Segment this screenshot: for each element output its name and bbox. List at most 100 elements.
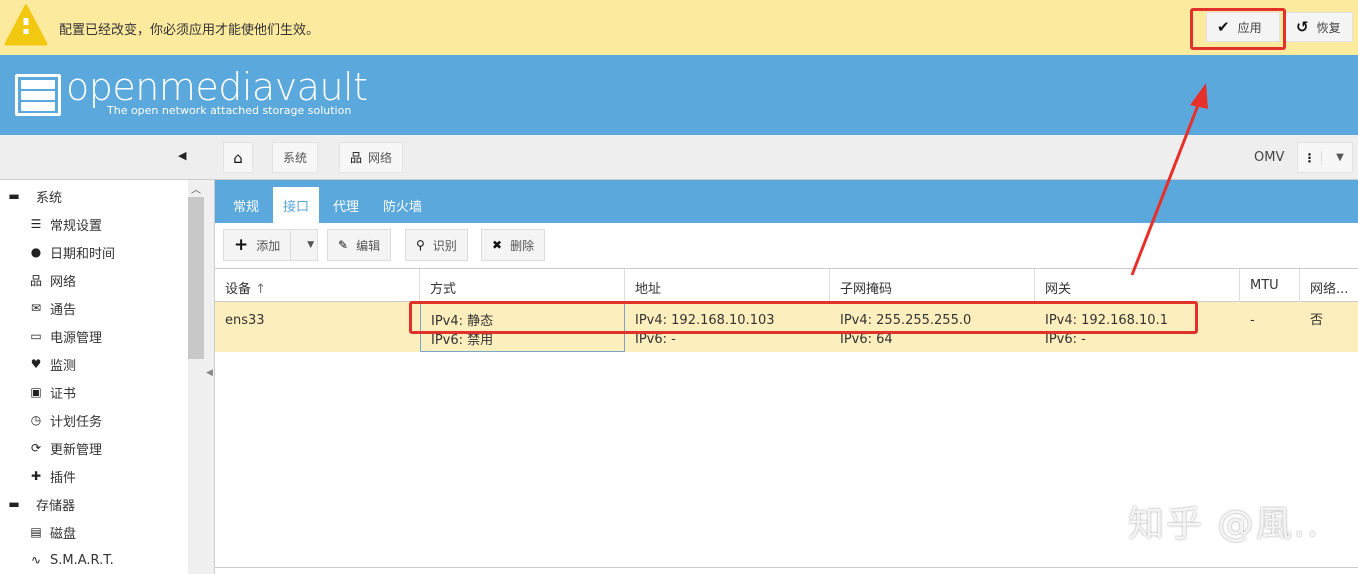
sidebar-item[interactable]: ● 日期和时间 (28, 242, 115, 262)
sidebar-nav: ▬ 系统 ☰ 常规设置 ● 日期和时间品网络 ✉ 通告 ▭ 电源管理 ♥ 监测 ▣ 证书 ◷ 计划任务 ⟳ 更新管… (0, 180, 188, 574)
identify-button[interactable]: ⚲ 识别 (405, 229, 468, 261)
revert-button[interactable]: ↺ 恢复 (1285, 12, 1353, 42)
logo-title: openmediavault (66, 65, 368, 109)
plus-icon: + (234, 235, 249, 255)
sidebar-item-label: 更新管理 (50, 442, 103, 458)
calendar-clock-icon: ◷ (30, 413, 42, 427)
column-device[interactable]: 设备 ↑ (215, 269, 420, 302)
close-icon: ✖ (492, 238, 503, 252)
revert-label: 恢复 (1316, 20, 1341, 35)
watermark: 知乎 @風.. (1128, 504, 1321, 545)
pencil-icon: ✎ (338, 238, 349, 252)
sitemap-icon: 品 (29, 273, 42, 288)
sidebar-item[interactable]: ♥ 监测 (28, 354, 76, 374)
search-icon: ⚲ (416, 238, 425, 252)
sidebar-item[interactable]: ✚ 插件 (28, 466, 76, 486)
annotation-box-apply (1190, 8, 1286, 50)
minus-square-icon: ▬ (8, 497, 20, 511)
breadcrumb-label: 网络 (368, 151, 393, 165)
identify-label: 识别 (432, 238, 457, 253)
sidebar-item[interactable]: ☰ 常规设置 (28, 214, 102, 234)
sidebar-item[interactable]: ▣ 证书 (28, 382, 76, 402)
sidebar-item-label: 通告 (50, 302, 77, 318)
sidebar-item-label: 插件 (50, 470, 77, 486)
battery-icon: ▭ (30, 329, 42, 343)
refresh-icon: ⟳ (30, 441, 42, 455)
column-method[interactable]: 方式 (420, 269, 625, 302)
scrollbar-thumb[interactable] (188, 197, 204, 359)
config-changed-banner: 配置已经改变，你必须应用才能使他们生效。 ✔ 应用 ↺ 恢复 (0, 0, 1358, 55)
puzzle-icon: ✚ (30, 469, 42, 483)
collapse-arrow-icon[interactable]: ◀ (206, 368, 213, 378)
sidebar-item-label: 存储器 (36, 498, 76, 514)
sidebar-item-label: 日期和时间 (50, 246, 116, 262)
column-mtu[interactable]: MTU (1240, 269, 1300, 302)
logo-icon (15, 74, 61, 116)
undo-icon: ↺ (1296, 18, 1309, 36)
breadcrumb-label: 系统 (283, 151, 308, 165)
breadcrumb-system[interactable]: 系统 (272, 142, 319, 173)
home-icon: ⌂ (233, 148, 243, 167)
tab-interfaces[interactable]: 接口 (273, 187, 320, 223)
hostname: OMV (1254, 150, 1285, 165)
user-menu-button[interactable]: ⋮ ▼ (1297, 142, 1353, 173)
delete-button[interactable]: ✖ 删除 (481, 229, 546, 261)
sidebar-item[interactable]: ✉ 通告 (28, 298, 76, 318)
more-vertical-icon: ⋮ (1298, 150, 1323, 165)
sidebar-item[interactable]: ⟳ 更新管理 (28, 438, 102, 458)
cell-device: ens33 (225, 313, 265, 328)
sidebar-item[interactable]: ▬ 系统 (6, 186, 62, 206)
sidebar-item-label: 计划任务 (50, 414, 103, 430)
tab-firewall[interactable]: 防火墙 (373, 187, 432, 223)
breadcrumb-network[interactable]: 品网络 (339, 142, 404, 173)
grid-bottom-border (215, 567, 1358, 568)
hdd-icon: ▤ (30, 525, 42, 539)
sidebar-item[interactable]: ◷ 计划任务 (28, 410, 102, 430)
chevron-down-icon[interactable]: ▼ (299, 240, 314, 250)
sidebar-item[interactable]: ▭ 电源管理 (28, 326, 102, 346)
warning-icon (4, 4, 48, 46)
sidebar-item[interactable]: ▬ 存储器 (6, 494, 75, 514)
annotation-box-row (409, 301, 1198, 334)
add-label: 添加 (256, 238, 281, 253)
sidebar-item[interactable]: ▤ 磁盘 (28, 522, 76, 542)
sitemap-icon: 品 (350, 151, 363, 165)
edit-button[interactable]: ✎ 编辑 (327, 229, 392, 261)
sliders-icon: ☰ (30, 217, 42, 231)
chevron-down-icon: ▼ (1336, 152, 1344, 163)
heartbeat-icon: ♥ (30, 357, 42, 371)
cell-wol: 否 (1310, 313, 1324, 328)
sidebar-item-label: 监测 (50, 358, 77, 374)
collapse-sidebar-icon[interactable]: ◀ (178, 149, 186, 162)
sidebar-item-label: S.M.A.R.T. (50, 552, 114, 568)
column-netmask[interactable]: 子网掩码 (830, 269, 1035, 302)
sidebar-item-label: 磁盘 (50, 526, 77, 542)
home-button[interactable]: ⌂ (223, 142, 253, 173)
cell-mtu: - (1250, 313, 1255, 328)
envelope-icon: ✉ (30, 301, 42, 315)
clock-icon: ● (30, 245, 42, 259)
banner-message: 配置已经改变，你必须应用才能使他们生效。 (59, 23, 320, 38)
edit-label: 编辑 (356, 238, 381, 253)
delete-label: 删除 (510, 238, 535, 253)
sort-asc-icon: ↑ (255, 282, 267, 297)
sidebar-item-label: 证书 (50, 386, 77, 402)
sidebar-item-label: 电源管理 (50, 330, 103, 346)
pulse-icon: ∿ (30, 553, 42, 567)
certificate-icon: ▣ (30, 385, 42, 399)
scroll-up-icon[interactable]: ︿ (191, 181, 201, 196)
sidebar-item-label: 常规设置 (50, 218, 103, 234)
logo-subtitle: The open network attached storage soluti… (107, 104, 352, 117)
sidebar-item[interactable]: ∿ S.M.A.R.T. (28, 550, 114, 570)
sidebar-item-label: 网络 (50, 274, 77, 290)
sidebar-splitter[interactable]: ◀ (204, 180, 215, 574)
minus-square-icon: ▬ (8, 189, 20, 203)
tab-general[interactable]: 常规 (223, 187, 269, 223)
tab-proxy[interactable]: 代理 (323, 187, 369, 223)
sidebar-item[interactable]: 品网络 (28, 270, 76, 290)
column-address[interactable]: 地址 (625, 269, 830, 302)
add-button[interactable]: + 添加 ▼ (223, 229, 318, 261)
sidebar-item-label: 系统 (36, 190, 63, 206)
column-wol[interactable]: 网络... (1300, 269, 1358, 302)
annotation-arrow-icon (1130, 83, 1208, 276)
